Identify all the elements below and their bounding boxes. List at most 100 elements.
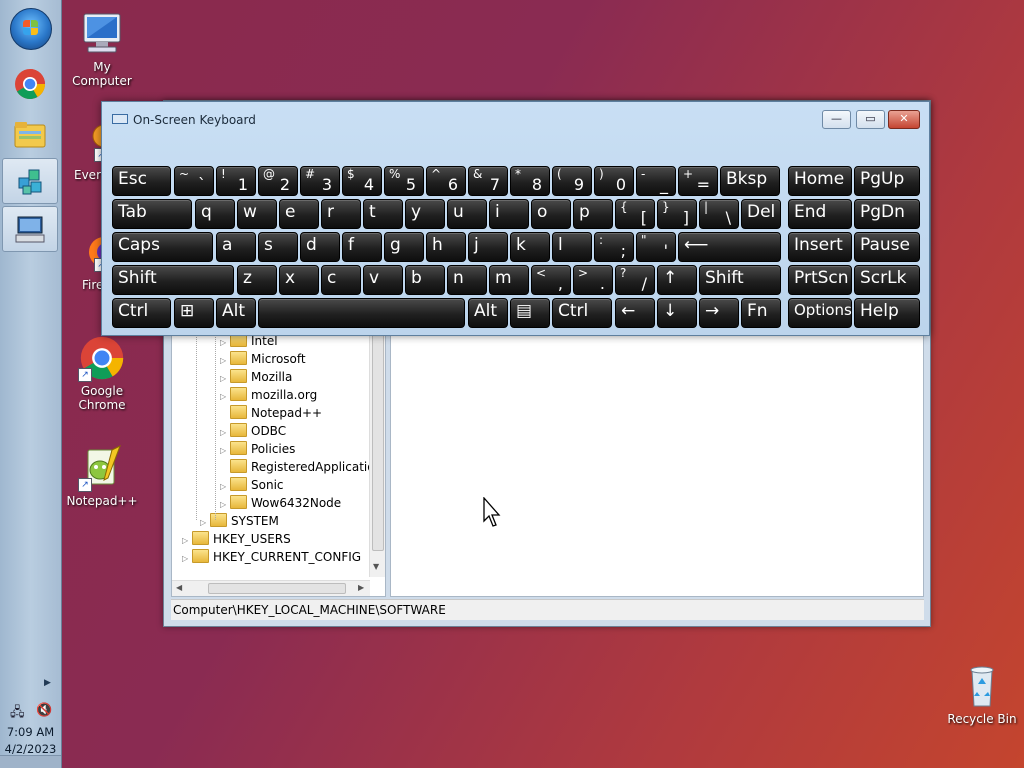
key-insert[interactable]: Insert — [788, 232, 852, 262]
tree-item[interactable]: ▷ Microsoft — [220, 350, 306, 368]
key-j[interactable]: j — [468, 232, 508, 262]
taskbar-explorer-button[interactable] — [2, 112, 58, 156]
key-sym1-12[interactable]: }] — [657, 199, 697, 229]
tree-item[interactable]: ▷ mozilla.org — [220, 386, 317, 404]
key-p[interactable]: p — [573, 199, 613, 229]
key-i[interactable]: i — [489, 199, 529, 229]
tree-horizontal-scroll-thumb[interactable] — [208, 583, 346, 594]
key-sym4-7[interactable]: ← — [615, 298, 655, 328]
key-sym3-9[interactable]: >. — [573, 265, 613, 295]
key-fn[interactable]: Fn — [741, 298, 781, 328]
key-z[interactable]: z — [237, 265, 277, 295]
key-sym0-12[interactable]: - _ — [636, 166, 676, 196]
registry-tree-pane[interactable]: ▷ Intel ▷ Microsoft ▷ Mozilla ▷ mozilla.org Note… — [171, 331, 386, 597]
key-h[interactable]: h — [426, 232, 466, 262]
key-ctrl[interactable]: Ctrl — [112, 298, 171, 328]
start-button[interactable] — [10, 8, 52, 50]
key-2[interactable]: @2 — [258, 166, 298, 196]
key-sym3-11[interactable]: ↑ — [657, 265, 697, 295]
key-k[interactable]: k — [510, 232, 550, 262]
key-sym2-11[interactable]: " ' — [636, 232, 676, 262]
key-5[interactable]: % 5 — [384, 166, 424, 196]
desktop-icon-notepadpp[interactable]: ↗ Notepad++ — [62, 444, 142, 508]
show-desktop-button[interactable] — [0, 755, 61, 768]
key-sym2-12[interactable]: ⟵ — [678, 232, 781, 262]
key-m[interactable]: m — [489, 265, 529, 295]
desktop-icon-my-computer[interactable]: My Computer — [62, 10, 142, 88]
desktop-icon-firefox[interactable]: ↗ Fire — [62, 228, 102, 292]
key-shift[interactable]: Shift — [112, 265, 234, 295]
key-3[interactable]: #3 — [300, 166, 340, 196]
key-u[interactable]: u — [447, 199, 487, 229]
tree-vertical-scrollbar[interactable]: ▲ ▼ — [369, 332, 385, 577]
desktop-icon-google-chrome[interactable]: ↗ Google Chrome — [62, 334, 142, 412]
key-sym1-13[interactable]: | \ — [699, 199, 739, 229]
key-o[interactable]: o — [531, 199, 571, 229]
tree-item[interactable]: ▷ Mozilla — [220, 368, 292, 386]
key-4[interactable]: $4 — [342, 166, 382, 196]
key-end[interactable]: End — [788, 199, 852, 229]
key-l[interactable]: l — [552, 232, 592, 262]
key-sym3-8[interactable]: <, — [531, 265, 571, 295]
key-y[interactable]: y — [405, 199, 445, 229]
key-sym4-1[interactable]: ⊞ — [174, 298, 214, 328]
key-s[interactable]: s — [258, 232, 298, 262]
network-icon[interactable]: 🖧 — [10, 703, 25, 725]
key-v[interactable]: v — [363, 265, 403, 295]
tree-item[interactable]: ▷ ODBC — [220, 422, 286, 440]
tree-item[interactable]: RegisteredApplications — [220, 458, 385, 476]
clock-date[interactable]: 4/2/2023 — [0, 742, 61, 756]
key-sym0-1[interactable]: ~ ` — [174, 166, 214, 196]
key-esc[interactable]: Esc — [112, 166, 171, 196]
key-home[interactable]: Home — [788, 166, 852, 196]
key-1[interactable]: ! 1 — [216, 166, 256, 196]
minimize-button[interactable]: — — [822, 110, 851, 129]
maximize-button[interactable]: ▭ — [856, 110, 885, 129]
scroll-left-icon[interactable]: ◀ — [176, 583, 182, 592]
key-bksp[interactable]: Bksp — [720, 166, 780, 196]
key-help[interactable]: Help — [854, 298, 920, 328]
expand-arrow-icon[interactable]: ▷ — [182, 550, 192, 568]
taskbar-regedit-button[interactable] — [2, 158, 58, 204]
desktop-icon-everything[interactable]: ↗ Every — [62, 118, 102, 182]
key-7[interactable]: & 7 — [468, 166, 508, 196]
key-pgdn[interactable]: PgDn — [854, 199, 920, 229]
key-g[interactable]: g — [384, 232, 424, 262]
key-r[interactable]: r — [321, 199, 361, 229]
key-shift[interactable]: Shift — [699, 265, 781, 295]
key-sym3-10[interactable]: ? / — [615, 265, 655, 295]
key-sym4-9[interactable]: → — [699, 298, 739, 328]
key-sym4-8[interactable]: ↓ — [657, 298, 697, 328]
tree-item[interactable]: Notepad++ — [220, 404, 322, 422]
key-del[interactable]: Del — [741, 199, 781, 229]
key-f[interactable]: f — [342, 232, 382, 262]
tree-item[interactable]: ▷ HKEY_CURRENT_CONFIG — [182, 548, 361, 566]
key-n[interactable]: n — [447, 265, 487, 295]
tree-item[interactable]: ▷ Sonic — [220, 476, 284, 494]
key-q[interactable]: q — [195, 199, 235, 229]
key-tab[interactable]: Tab — [112, 199, 192, 229]
registry-values-pane[interactable] — [390, 331, 924, 597]
tray-expand-icon[interactable]: ▶ — [44, 678, 51, 688]
key-w[interactable]: w — [237, 199, 277, 229]
key-6[interactable]: ^ 6 — [426, 166, 466, 196]
key-alt[interactable]: Alt — [468, 298, 508, 328]
key-a[interactable]: a — [216, 232, 256, 262]
key-9[interactable]: (9 — [552, 166, 592, 196]
key-caps[interactable]: Caps — [112, 232, 213, 262]
key-alt[interactable]: Alt — [216, 298, 256, 328]
key-t[interactable]: t — [363, 199, 403, 229]
scroll-down-icon[interactable]: ▼ — [373, 562, 379, 571]
key-0[interactable]: ) 0 — [594, 166, 634, 196]
key-d[interactable]: d — [300, 232, 340, 262]
tree-item[interactable]: ▷ Policies — [220, 440, 295, 458]
key-b[interactable]: b — [405, 265, 445, 295]
key-scrlk[interactable]: ScrLk — [854, 265, 920, 295]
key-ctrl[interactable]: Ctrl — [552, 298, 612, 328]
desktop-icon-recycle-bin[interactable]: Recycle Bin — [942, 662, 1022, 726]
clock-time[interactable]: 7:09 AM — [0, 725, 61, 739]
volume-muted-icon[interactable]: 🔇 — [36, 703, 52, 718]
key-space[interactable] — [258, 298, 465, 328]
key-sym2-10[interactable]: :; — [594, 232, 634, 262]
key-8[interactable]: * 8 — [510, 166, 550, 196]
